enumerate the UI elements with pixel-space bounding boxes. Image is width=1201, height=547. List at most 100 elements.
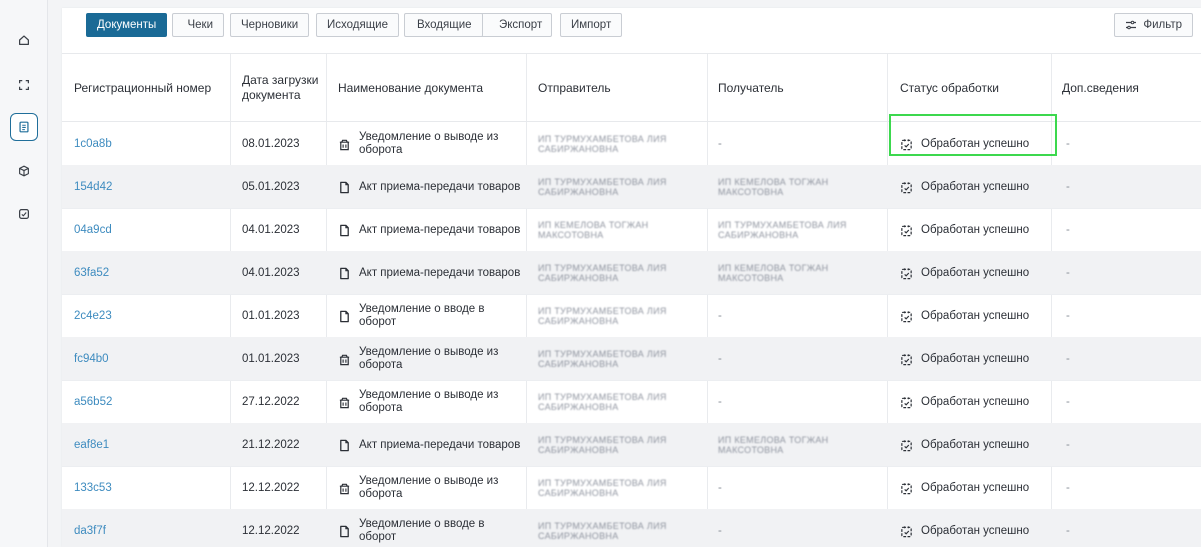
table-row[interactable]: a56b52 27.12.2022 Уведомление о выводе из … <box>62 380 1201 424</box>
upload-date: 08.01.2023 <box>242 137 300 150</box>
sidebar-item-documents[interactable] <box>10 113 38 141</box>
table-row[interactable]: 04a9cd 04.01.2023 Акт приема-передачи това… <box>62 208 1201 252</box>
tab-drafts[interactable]: Черновики <box>230 13 310 37</box>
reg-number-link[interactable]: fc94b0 <box>74 337 224 381</box>
sidebar-item-home[interactable] <box>10 26 38 54</box>
status-cell: Обработан успешно <box>900 423 1050 467</box>
doc-name-cell[interactable]: Уведомление о выводе из оборота <box>338 337 523 381</box>
tab-incoming[interactable]: Входящие <box>406 13 483 37</box>
header-reg-number[interactable]: Регистрационный номер <box>74 54 224 122</box>
reg-number-link[interactable]: 04a9cd <box>74 208 224 252</box>
documents-panel: Документы Чеки Черновики Исходящие Входя… <box>62 8 1201 547</box>
receiver-name: ИП КЕМЕЛОВА ТОГЖАН МАКСОТОВНА <box>718 263 829 283</box>
filter-button[interactable]: Фильтр <box>1114 13 1193 37</box>
extra-info: - <box>1066 481 1070 494</box>
extra-info: - <box>1066 180 1070 193</box>
tab-documents[interactable]: Документы <box>86 13 168 37</box>
tab-receipts[interactable]: Чеки <box>172 13 224 37</box>
reg-number-link[interactable]: 63fa52 <box>74 251 224 295</box>
table-row[interactable]: da3f7f 12.12.2022 Уведомление о вводе в об… <box>62 509 1201 547</box>
status-processed-icon <box>901 267 912 279</box>
withdraw-icon <box>339 139 350 150</box>
status-cell: Обработан успешно <box>900 380 1050 424</box>
doc-name-cell[interactable]: Уведомление о выводе из оборота <box>338 122 523 166</box>
status-processed-icon <box>901 181 912 193</box>
reg-number-link[interactable]: da3f7f <box>74 509 224 547</box>
reg-number-link[interactable]: a56b52 <box>74 380 224 424</box>
withdraw-icon <box>339 397 350 408</box>
tab-bar: Документы Чеки Черновики Исходящие Входя… <box>62 8 1201 54</box>
sender-name: ИП ТУРМУХАМБЕТОВА ЛИЯ САБИРЖАНОВНА <box>538 392 667 412</box>
status-cell: Обработан успешно <box>900 208 1050 252</box>
doc-name: Уведомление о вводе в оборот <box>359 303 485 328</box>
extra-info: - <box>1066 266 1070 279</box>
extra-info: - <box>1066 352 1070 365</box>
sender-name: ИП ТУРМУХАМБЕТОВА ЛИЯ САБИРЖАНОВНА <box>538 134 667 154</box>
doc-name-cell[interactable]: Уведомление о выводе из оборота <box>338 466 523 510</box>
doc-name: Акт приема-передачи товаров <box>359 180 521 193</box>
upload-date: 05.01.2023 <box>242 180 300 193</box>
table-row[interactable]: 2c4e23 01.01.2023 Уведомление о вводе в об… <box>62 294 1201 338</box>
reg-number-link[interactable]: 1c0a8b <box>74 122 224 166</box>
status-text: Обработан успешно <box>921 180 1030 193</box>
tab-import[interactable]: Импорт <box>560 13 623 37</box>
status-cell: Обработан успешно <box>900 251 1050 295</box>
extra-info: - <box>1066 438 1070 451</box>
tab-export[interactable]: Экспорт <box>488 13 553 37</box>
file-icon <box>340 267 349 279</box>
doc-name-cell[interactable]: Уведомление о вводе в оборот <box>338 294 523 338</box>
doc-name: Уведомление о выводе из оборота <box>359 131 499 156</box>
extra-info: - <box>1066 309 1070 322</box>
doc-name: Акт приема-передачи товаров <box>359 223 521 236</box>
header-status[interactable]: Статус обработки <box>900 54 1040 122</box>
reg-number-link[interactable]: eaf8e1 <box>74 423 224 467</box>
status-processed-icon <box>901 310 912 322</box>
doc-name-cell[interactable]: Акт приема-передачи товаров <box>338 251 523 295</box>
table-row[interactable]: 154d42 05.01.2023 Акт приема-передачи това… <box>62 165 1201 209</box>
reg-number-link[interactable]: 133c53 <box>74 466 224 510</box>
tab-outgoing[interactable]: Исходящие <box>316 13 399 37</box>
status-processed-icon <box>901 224 912 236</box>
sidebar <box>0 0 48 547</box>
table-row[interactable]: fc94b0 01.01.2023 Уведомление о выводе из … <box>62 337 1201 381</box>
receiver-name: - <box>718 395 722 408</box>
table-header: Регистрационный номер Дата загрузки доку… <box>62 54 1201 122</box>
extra-info: - <box>1066 137 1070 150</box>
sidebar-item-tasks[interactable] <box>10 200 38 228</box>
sidebar-item-scan[interactable] <box>10 71 38 99</box>
table-row[interactable]: eaf8e1 21.12.2022 Акт приема-передачи това… <box>62 423 1201 467</box>
header-extra-info[interactable]: Доп.сведения <box>1062 54 1192 122</box>
doc-name-cell[interactable]: Уведомление о вводе в оборот <box>338 509 523 547</box>
receiver-name: - <box>718 309 722 322</box>
sidebar-item-goods[interactable] <box>10 157 38 185</box>
status-processed-icon <box>901 353 912 365</box>
reg-number-link[interactable]: 2c4e23 <box>74 294 224 338</box>
doc-name-cell[interactable]: Акт приема-передачи товаров <box>338 208 523 252</box>
table-row[interactable]: 133c53 12.12.2022 Уведомление о выводе из … <box>62 466 1201 510</box>
sender-name: ИП КЕМЕЛОВА ТОГЖАН МАКСОТОВНА <box>538 220 649 240</box>
sender-name: ИП ТУРМУХАМБЕТОВА ЛИЯ САБИРЖАНОВНА <box>538 478 667 498</box>
doc-name: Уведомление о выводе из оборота <box>359 389 499 414</box>
header-upload-date[interactable]: Дата загрузки документа <box>242 54 322 122</box>
table-row[interactable]: 63fa52 04.01.2023 Акт приема-передачи това… <box>62 251 1201 295</box>
status-text: Обработан успешно <box>921 438 1030 451</box>
status-cell: Обработан успешно <box>900 466 1050 510</box>
withdraw-icon <box>339 483 350 494</box>
filter-label: Фильтр <box>1143 19 1182 31</box>
file-icon <box>340 439 349 451</box>
doc-name-cell[interactable]: Акт приема-передачи товаров <box>338 165 523 209</box>
sender-name: ИП ТУРМУХАМБЕТОВА ЛИЯ САБИРЖАНОВНА <box>538 521 667 541</box>
doc-name-cell[interactable]: Уведомление о выводе из оборота <box>338 380 523 424</box>
extra-info: - <box>1066 395 1070 408</box>
header-doc-name[interactable]: Наименование документа <box>338 54 518 122</box>
status-text: Обработан успешно <box>921 223 1030 236</box>
receiver-name: ИП КЕМЕЛОВА ТОГЖАН МАКСОТОВНА <box>718 435 829 455</box>
doc-name: Уведомление о вводе в оборот <box>359 518 485 543</box>
header-receiver[interactable]: Получатель <box>718 54 878 122</box>
upload-date: 01.01.2023 <box>242 352 300 365</box>
doc-name-cell[interactable]: Акт приема-передачи товаров <box>338 423 523 467</box>
reg-number-link[interactable]: 154d42 <box>74 165 224 209</box>
status-cell: Обработан успешно <box>900 509 1050 547</box>
header-sender[interactable]: Отправитель <box>538 54 698 122</box>
status-text: Обработан успешно <box>921 395 1030 408</box>
